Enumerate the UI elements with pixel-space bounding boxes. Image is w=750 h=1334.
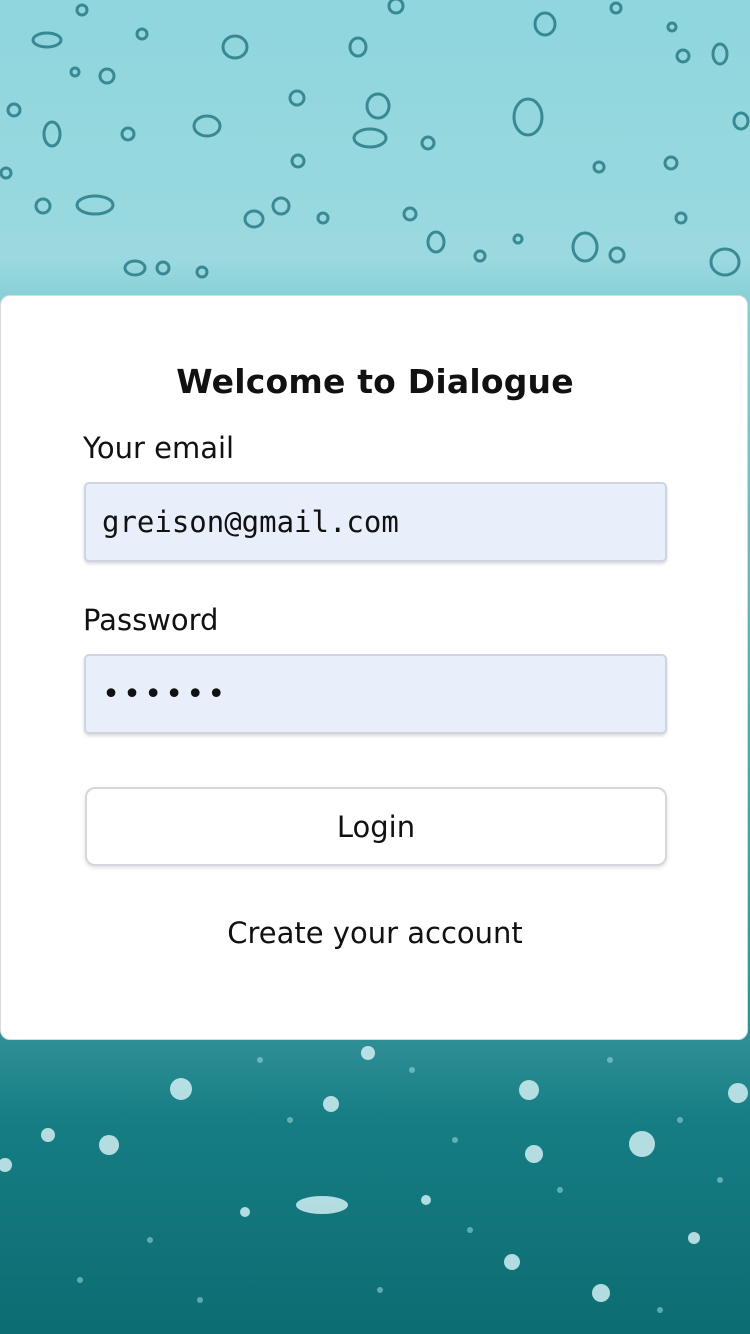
create-account-link[interactable]: Create your account (1, 916, 749, 950)
password-value: •••••• (102, 676, 229, 712)
password-label: Password (83, 603, 219, 637)
password-field[interactable]: •••••• (84, 654, 667, 734)
login-button[interactable]: Login (85, 787, 667, 866)
page-title: Welcome to Dialogue (176, 362, 574, 401)
email-field[interactable]: greison@gmail.com (84, 482, 667, 562)
email-value: greison@gmail.com (102, 505, 399, 539)
email-label: Your email (83, 431, 235, 465)
login-card: Welcome to Dialogue Your email greison@g… (0, 295, 748, 1040)
